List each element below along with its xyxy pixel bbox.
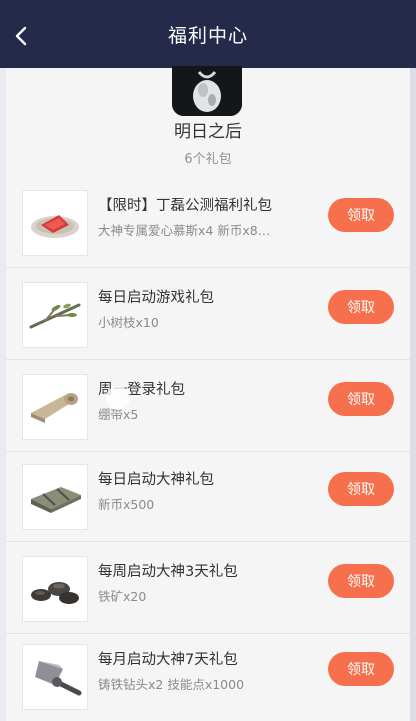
header-bar: 福利中心 (0, 0, 416, 68)
pack-title: 每周启动大神3天礼包 (98, 564, 238, 580)
chevron-left-icon (15, 26, 27, 46)
list-item: 每日启动游戏礼包 小树枝x10 领取 (6, 270, 410, 360)
pack-desc: 大神专属爱心慕斯x4 新币x8… (98, 223, 271, 238)
ore-icon (22, 556, 88, 622)
claim-button[interactable]: 领取 (328, 382, 394, 416)
pack-title: 每日启动游戏礼包 (98, 290, 214, 306)
back-button[interactable] (8, 22, 36, 50)
claim-button[interactable]: 领取 (328, 290, 394, 324)
pack-desc: 绷带x5 (98, 407, 139, 422)
drill-icon (22, 644, 88, 710)
touch-indicator (106, 386, 130, 410)
pack-title: 每日启动大神礼包 (98, 472, 214, 488)
pack-count: 6个礼包 (184, 152, 232, 167)
game-icon (172, 66, 242, 116)
pack-desc: 铁矿x20 (98, 589, 147, 604)
game-name: 明日之后 (174, 122, 242, 142)
coin-bundle-icon (22, 464, 88, 530)
pack-desc: 小树枝x10 (98, 315, 159, 330)
list-item: 每周启动大神3天礼包 铁矿x20 领取 (6, 544, 410, 634)
food-icon (22, 190, 88, 256)
pack-desc: 铸铁钻头x2 技能点x1000 (98, 677, 245, 692)
page-title: 福利中心 (167, 24, 248, 47)
pack-desc: 新币x500 (98, 497, 155, 512)
bandage-icon (22, 374, 88, 440)
list-item: 周一登录礼包 绷带x5 领取 (6, 362, 410, 452)
claim-button[interactable]: 领取 (328, 198, 394, 232)
list-item: 每月启动大神7天礼包 铸铁钻头x2 技能点x1000 领取 (6, 632, 410, 721)
claim-button[interactable]: 领取 (328, 472, 394, 506)
list-item: 每日启动大神礼包 新币x500 领取 (6, 452, 410, 542)
pack-title: 【限时】丁磊公测福利礼包 (98, 198, 272, 214)
twig-icon (22, 282, 88, 348)
claim-button[interactable]: 领取 (328, 564, 394, 598)
pack-title: 每月启动大神7天礼包 (98, 652, 238, 668)
claim-button[interactable]: 领取 (328, 652, 394, 686)
list-item: 【限时】丁磊公测福利礼包 大神专属爱心慕斯x4 新币x8… 领取 (6, 178, 410, 268)
